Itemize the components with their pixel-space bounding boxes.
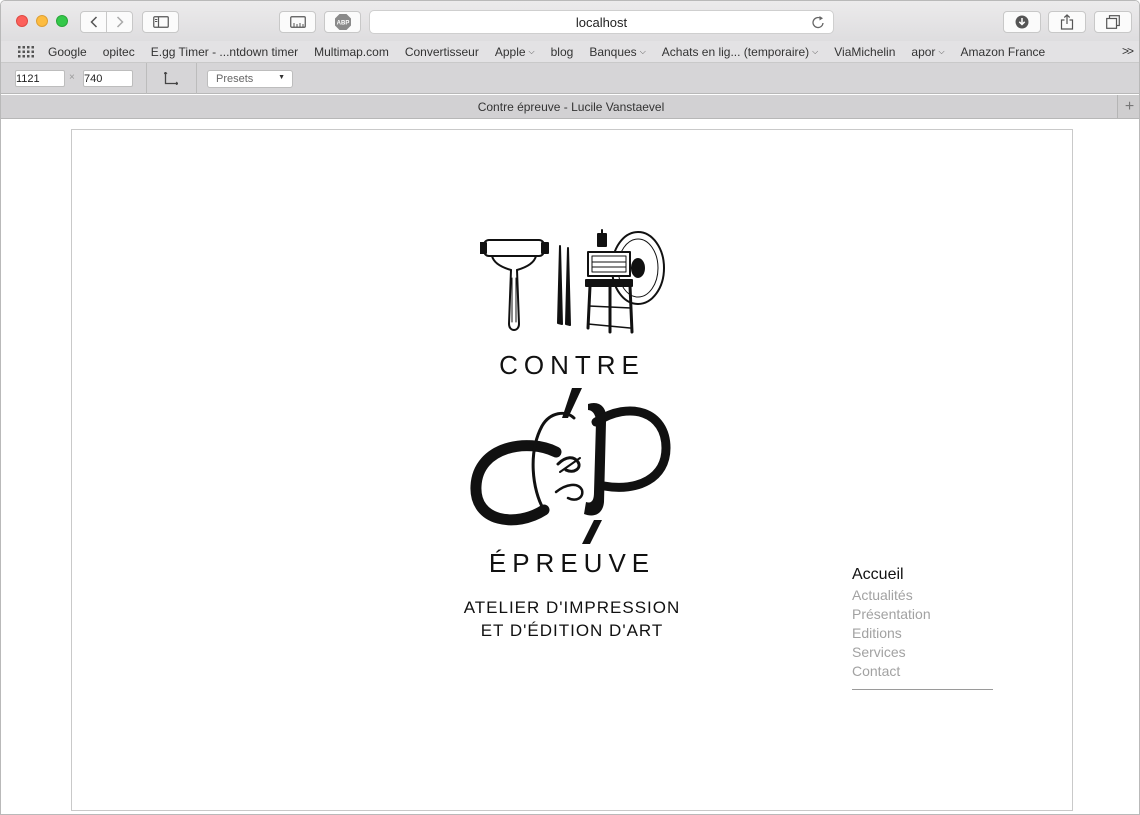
bookmark-egg-timer[interactable]: E.gg Timer - ...ntdown timer xyxy=(151,45,298,59)
bookmark-opitec[interactable]: opitec xyxy=(103,45,135,59)
ruler-icon xyxy=(289,16,306,28)
menu-item-contact[interactable]: Contact xyxy=(852,662,993,681)
menu-item-accueil[interactable]: Accueil xyxy=(852,564,993,586)
site-frame: CONTRE ÉPREUVE ATELIER D'IMPRESSION ET D… xyxy=(71,129,1073,811)
bookmark-folder-banques[interactable]: Banques ⌵ xyxy=(589,45,645,59)
minimize-window-button[interactable] xyxy=(36,15,48,27)
tab-active[interactable]: Contre épreuve - Lucile Vanstaevel xyxy=(478,100,665,114)
back-button[interactable] xyxy=(81,12,106,32)
menu-item-services[interactable]: Services xyxy=(852,643,993,662)
tab-bar: Contre épreuve - Lucile Vanstaevel + xyxy=(1,95,1139,119)
adblock-icon: ABP xyxy=(334,14,351,30)
rotate-viewport-button[interactable] xyxy=(163,71,179,88)
responsive-design-toolbar: × Presets ▼ xyxy=(1,63,1139,94)
bookmark-multimap[interactable]: Multimap.com xyxy=(314,45,389,59)
bookmark-convertisseur[interactable]: Convertisseur xyxy=(405,45,479,59)
brand-name-bottom: ÉPREUVE xyxy=(488,548,656,578)
browser-toolbar: ABP localhost xyxy=(1,1,1139,41)
sidebar-icon xyxy=(152,16,169,28)
orientation-icon xyxy=(163,71,179,86)
tagline: ATELIER D'IMPRESSION ET D'ÉDITION D'ART xyxy=(422,596,722,642)
menu-item-presentation[interactable]: Présentation xyxy=(852,605,993,624)
bookmark-folder-apple[interactable]: Apple ⌵ xyxy=(495,45,535,59)
chevron-down-icon: ⌵ xyxy=(528,46,535,56)
main-menu: Accueil Actualités Présentation Editions… xyxy=(852,564,993,690)
bookmark-viamichelin[interactable]: ViaMichelin xyxy=(834,45,895,59)
dimension-separator: × xyxy=(69,72,75,83)
brand-name-top: CONTRE xyxy=(499,350,645,380)
new-tab-button[interactable]: + xyxy=(1117,95,1139,118)
printing-tools-logo-icon xyxy=(480,229,665,334)
presets-label: Presets xyxy=(216,73,254,85)
share-icon xyxy=(1060,14,1074,30)
close-window-button[interactable] xyxy=(16,15,28,27)
tagline-line-1: ATELIER D'IMPRESSION xyxy=(463,598,681,617)
bookmarks-overflow-button[interactable]: >> xyxy=(1122,44,1134,58)
address-text: localhost xyxy=(575,14,628,30)
menu-item-editions[interactable]: Editions xyxy=(852,624,993,643)
chevron-left-icon xyxy=(89,16,97,28)
grid-icon[interactable] xyxy=(18,45,34,58)
bookmarks-bar: Google opitec E.gg Timer - ...ntdown tim… xyxy=(1,41,1139,63)
bookmark-amazon-france[interactable]: Amazon France xyxy=(961,45,1046,59)
navigation-buttons xyxy=(80,11,133,33)
tab-overview-button[interactable] xyxy=(1094,11,1132,33)
forward-button[interactable] xyxy=(106,12,132,32)
divider xyxy=(146,63,147,94)
divider xyxy=(196,63,197,94)
chevron-down-icon: ⌵ xyxy=(639,46,646,56)
chevron-down-icon: ⌵ xyxy=(938,46,945,56)
download-icon xyxy=(1015,15,1029,29)
ep-monogram-logo-icon xyxy=(470,388,671,544)
bookmark-blog[interactable]: blog xyxy=(551,45,574,59)
reload-icon xyxy=(812,16,824,29)
viewport-height-field[interactable] xyxy=(83,70,133,87)
bookmark-folder-apor[interactable]: apor ⌵ xyxy=(911,45,944,59)
web-inspector-button[interactable] xyxy=(279,11,316,33)
viewport-width-field[interactable] xyxy=(15,70,65,87)
triangle-down-icon: ▼ xyxy=(278,74,285,81)
tabs-icon xyxy=(1106,15,1120,29)
share-button[interactable] xyxy=(1048,11,1086,33)
browser-window: ABP localhost Google opitec E.gg Timer -… xyxy=(0,0,1140,815)
bookmark-folder-achats[interactable]: Achats en lig... (temporaire) ⌵ xyxy=(662,45,818,59)
adblock-button[interactable]: ABP xyxy=(324,11,361,33)
zoom-window-button[interactable] xyxy=(56,15,68,27)
menu-item-actualites[interactable]: Actualités xyxy=(852,586,993,605)
svg-text:ABP: ABP xyxy=(336,21,349,27)
downloads-button[interactable] xyxy=(1003,11,1041,33)
presets-dropdown[interactable]: Presets ▼ xyxy=(207,70,293,88)
address-bar[interactable]: localhost xyxy=(369,10,834,34)
bookmark-google[interactable]: Google xyxy=(48,45,87,59)
reload-button[interactable] xyxy=(812,15,825,32)
chevron-right-icon xyxy=(116,16,124,28)
sidebar-toggle-button[interactable] xyxy=(142,11,179,33)
chevron-down-icon: ⌵ xyxy=(812,46,819,56)
tagline-line-2: ET D'ÉDITION D'ART xyxy=(480,621,664,640)
page-viewport: CONTRE ÉPREUVE ATELIER D'IMPRESSION ET D… xyxy=(1,119,1139,814)
